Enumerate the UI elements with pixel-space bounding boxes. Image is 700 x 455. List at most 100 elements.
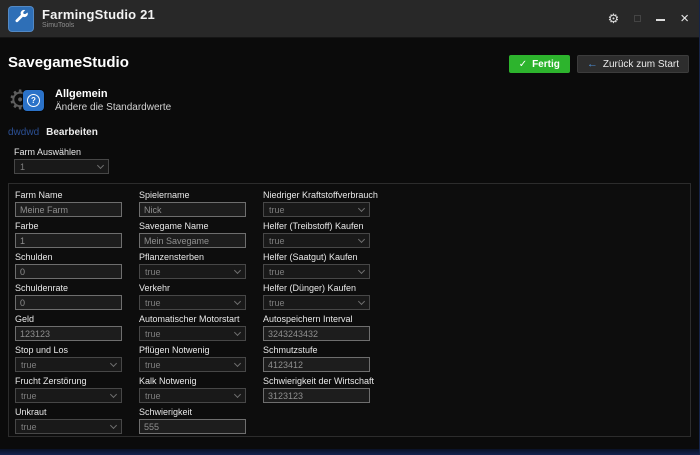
field-label-helfer-treibstoff-kaufen: Helfer (Treibstoff) Kaufen xyxy=(263,221,370,231)
app-logo xyxy=(8,6,34,32)
schuldenrate-input[interactable] xyxy=(15,295,122,310)
titlebar: FarmingStudio 21 SimuTools ⚙ × xyxy=(0,0,699,38)
field-schuldenrate: Schuldenrate xyxy=(15,283,122,310)
settings-gear-icon[interactable]: ⚙ xyxy=(608,12,620,25)
select-value: true xyxy=(145,267,161,277)
niedriger-kraftstoffverbrauch-select[interactable]: true xyxy=(263,202,370,217)
helfer-dunger-kaufen-select[interactable]: true xyxy=(263,295,370,310)
field-pflugen-notwenig: Pflügen Notwenig true xyxy=(139,345,246,372)
field-label-stop-und-los: Stop und Los xyxy=(15,345,122,355)
field-label-kalk-notwenig: Kalk Notwenig xyxy=(139,376,246,386)
page-title: SavegameStudio xyxy=(8,55,129,71)
field-label-spielername: Spielername xyxy=(139,190,246,200)
header-buttons: ✓ Fertig ← Zurück zum Start xyxy=(509,55,689,73)
schwierigkeit-der-wirtschaft-input[interactable] xyxy=(263,388,370,403)
field-spielername: Spielername xyxy=(139,190,246,217)
autospeichern-interval-input[interactable] xyxy=(263,326,370,341)
field-label-verkehr: Verkehr xyxy=(139,283,246,293)
finish-button[interactable]: ✓ Fertig xyxy=(509,55,570,73)
field-frucht-zerstorung: Frucht Zerstörungtrue xyxy=(15,376,122,403)
chevron-down-icon xyxy=(234,391,241,398)
field-label-schmutzstufe: Schmutzstufe xyxy=(263,345,370,355)
section-text: Allgemein Ändere die Standardwerte xyxy=(55,88,171,114)
chevron-down-icon xyxy=(358,205,365,212)
stop-und-los-select[interactable]: true xyxy=(15,357,122,372)
field-schwierigkeit-der-wirtschaft: Schwierigkeit der Wirtschaft xyxy=(263,376,370,403)
form-column-2: Spielername Savegame Name Pflanzensterben t… xyxy=(139,190,246,436)
chevron-down-icon xyxy=(358,298,365,305)
field-label-schwierigkeit-der-wirtschaft: Schwierigkeit der Wirtschaft xyxy=(263,376,370,386)
farm-name-input[interactable] xyxy=(15,202,122,217)
select-value: true xyxy=(145,329,161,339)
spielername-input[interactable] xyxy=(139,202,246,217)
chevron-down-icon xyxy=(234,329,241,336)
farm-select-label: Farm Auswählen xyxy=(14,147,699,157)
field-automatischer-motorstart: Automatischer Motorstarttrue xyxy=(139,314,246,341)
section-title: Allgemein xyxy=(55,88,171,101)
select-value: true xyxy=(21,360,37,370)
field-label-autospeichern-interval: Autospeichern Interval xyxy=(263,314,370,324)
field-savegame-name: Savegame Name xyxy=(139,221,246,248)
savegame-name-input[interactable] xyxy=(139,233,246,248)
select-value: true xyxy=(269,205,285,215)
verkehr-select[interactable]: true xyxy=(139,295,246,310)
select-value: true xyxy=(145,298,161,308)
back-button-label: Zurück zum Start xyxy=(603,59,679,70)
field-verkehr: Verkehr true xyxy=(139,283,246,310)
section-subtitle: Ändere die Standardwerte xyxy=(55,101,171,114)
field-label-schwierigkeit: Schwierigkeit xyxy=(139,407,246,417)
automatischer-motorstart-select[interactable]: true xyxy=(139,326,246,341)
field-label-helfer-dunger-kaufen: Helfer (Dünger) Kaufen xyxy=(263,283,370,293)
schwierigkeit-input[interactable] xyxy=(139,419,246,434)
pflanzensterben-select[interactable]: true xyxy=(139,264,246,279)
close-icon[interactable]: × xyxy=(680,12,689,26)
schmutzstufe-input[interactable] xyxy=(263,357,370,372)
field-label-farm-name: Farm Name xyxy=(15,190,122,200)
farm-select[interactable]: 1 xyxy=(14,159,109,174)
schulden-input[interactable] xyxy=(15,264,122,279)
field-helfer-dunger-kaufen: Helfer (Dünger) Kaufen true xyxy=(263,283,370,310)
field-geld: Geld xyxy=(15,314,122,341)
field-label-pflanzensterben: Pflanzensterben xyxy=(139,252,246,262)
field-label-schuldenrate: Schuldenrate xyxy=(15,283,122,293)
chevron-down-icon xyxy=(110,422,117,429)
profile-row: dwdwd Bearbeiten xyxy=(0,118,699,138)
field-label-niedriger-kraftstoffverbrauch: Niedriger Kraftstoffverbrauch xyxy=(263,190,370,200)
chevron-down-icon xyxy=(358,267,365,274)
field-label-schulden: Schulden xyxy=(15,252,122,262)
kalk-notwenig-select[interactable]: true xyxy=(139,388,246,403)
select-value: true xyxy=(145,360,161,370)
frucht-zerstorung-select[interactable]: true xyxy=(15,388,122,403)
field-niedriger-kraftstoffverbrauch: Niedriger Kraftstoffverbrauch true xyxy=(263,190,370,217)
form-column-3: Niedriger KraftstoffverbrauchtrueHelfer … xyxy=(263,190,370,436)
field-label-savegame-name: Savegame Name xyxy=(139,221,246,231)
field-autospeichern-interval: Autospeichern Interval xyxy=(263,314,370,341)
field-helfer-saatgut-kaufen: Helfer (Saatgut) Kaufentrue xyxy=(263,252,370,279)
chevron-down-icon xyxy=(110,360,117,367)
form-column-1: Farm NameFarbeSchuldenSchuldenrateGeldSt… xyxy=(15,190,122,436)
pflugen-notwenig-select[interactable]: true xyxy=(139,357,246,372)
maximize-icon[interactable] xyxy=(634,15,641,22)
section-header: ⚙ ? Allgemein Ändere die Standardwerte xyxy=(0,73,699,118)
field-label-pflugen-notwenig: Pflügen Notwenig xyxy=(139,345,246,355)
select-value: true xyxy=(145,391,161,401)
field-kalk-notwenig: Kalk Notwenig true xyxy=(139,376,246,403)
geld-input[interactable] xyxy=(15,326,122,341)
field-pflanzensterben: Pflanzensterben true xyxy=(139,252,246,279)
back-to-start-button[interactable]: ← Zurück zum Start xyxy=(577,55,689,73)
field-schulden: Schulden xyxy=(15,252,122,279)
helfer-treibstoff-kaufen-select[interactable]: true xyxy=(263,233,370,248)
minimize-icon[interactable] xyxy=(656,19,665,21)
helfer-saatgut-kaufen-select[interactable]: true xyxy=(263,264,370,279)
unkraut-select[interactable]: true xyxy=(15,419,122,434)
question-mark: ? xyxy=(27,94,40,107)
check-icon: ✓ xyxy=(519,59,527,70)
field-unkraut: Unkrauttrue xyxy=(15,407,122,434)
app-window: FarmingStudio 21 SimuTools ⚙ × SavegameS… xyxy=(0,0,700,455)
select-value: true xyxy=(269,236,285,246)
field-schmutzstufe: Schmutzstufe xyxy=(263,345,370,372)
farbe-input[interactable] xyxy=(15,233,122,248)
profile-link[interactable]: dwdwd xyxy=(8,127,39,138)
general-settings-icon: ⚙ ? xyxy=(10,84,46,118)
question-badge-icon: ? xyxy=(23,90,44,111)
